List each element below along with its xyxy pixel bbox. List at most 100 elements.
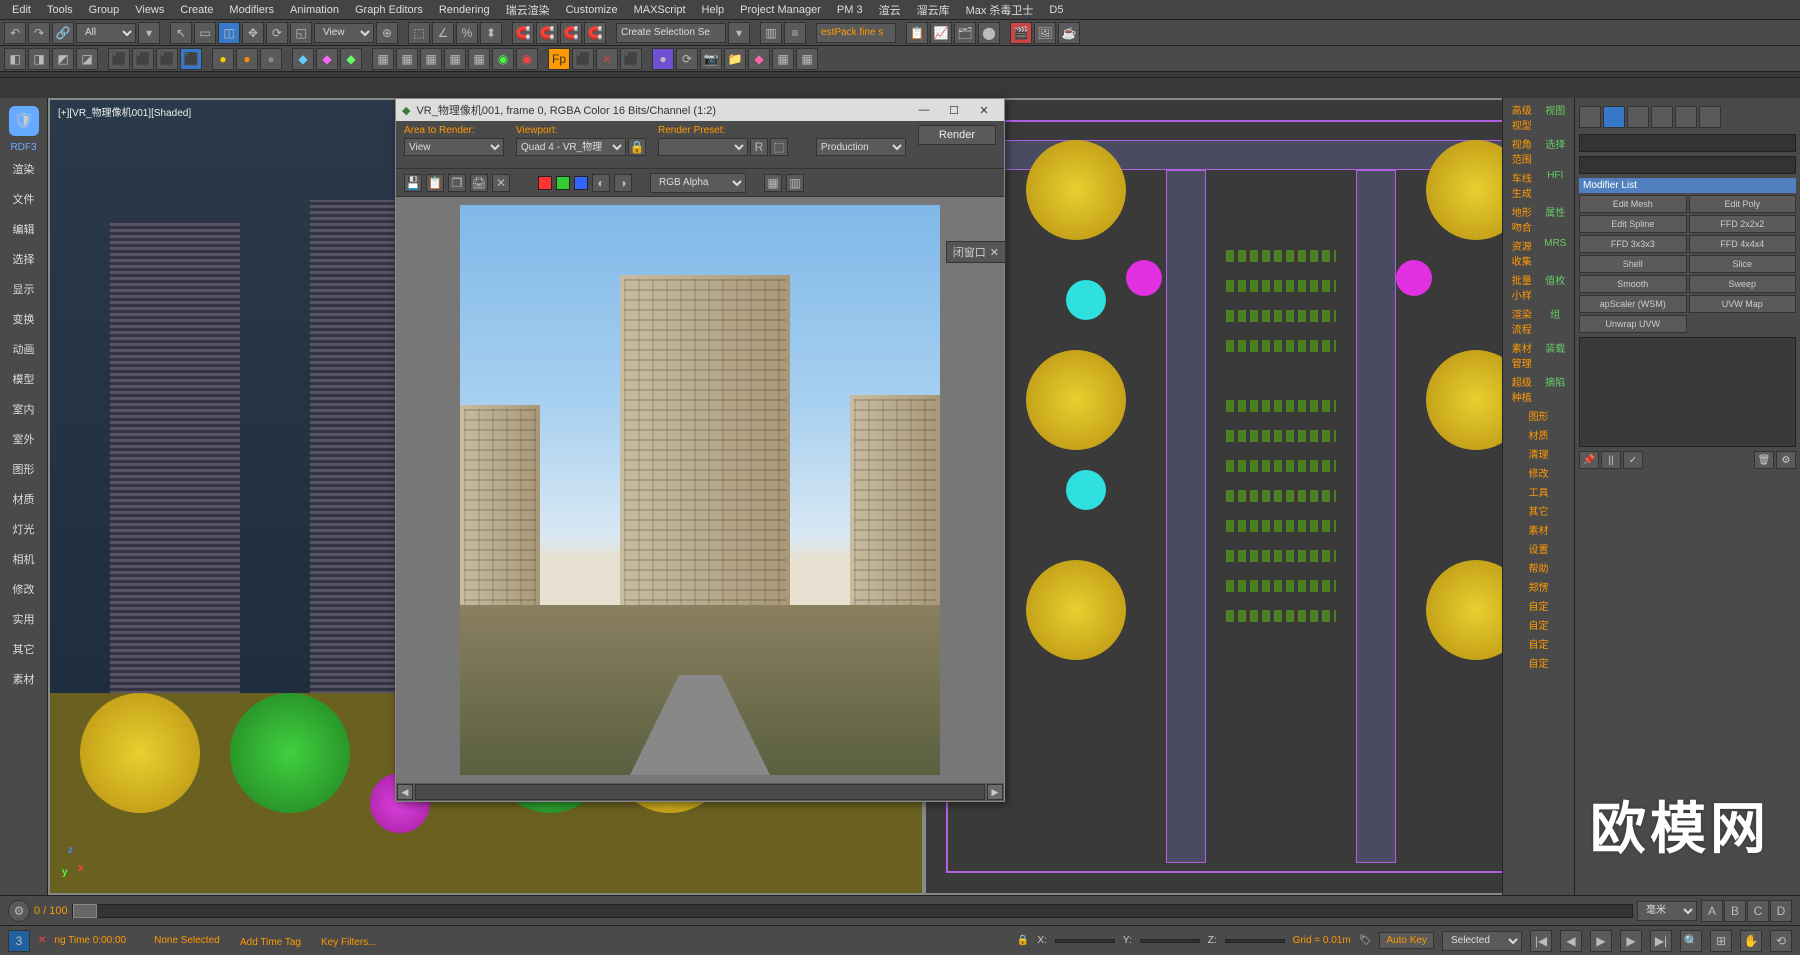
menu-customize[interactable]: Customize [558,2,626,18]
move-icon[interactable]: ✥ [242,22,264,44]
menu-pm3[interactable]: PM 3 [829,2,871,18]
channel-select[interactable]: RGB Alpha [650,173,746,193]
strip-item[interactable]: 工具 [1505,482,1572,501]
keymode-select[interactable]: Selected [1442,931,1522,951]
curve-editor-icon[interactable]: 📈 [930,22,952,44]
menu-help[interactable]: Help [694,2,733,18]
modifier-btn-apscaler-wsm-[interactable]: apScaler (WSM) [1579,295,1687,313]
modifier-btn-edit-spline[interactable]: Edit Spline [1579,215,1687,233]
snap-icon[interactable]: ⬚ [408,22,430,44]
add-time-tag[interactable]: Add Time Tag [240,937,301,951]
undo-icon[interactable]: ↶ [4,22,26,44]
menu-rendering[interactable]: Rendering [431,2,498,18]
magnet-y-icon[interactable]: 🧲 [536,22,558,44]
strip-item[interactable]: 材质 [1505,425,1572,444]
sphere-yellow-icon[interactable]: ● [212,48,234,70]
selection-filter[interactable]: All [76,23,136,43]
swatch-red[interactable] [538,176,552,190]
modifier-stack[interactable] [1579,337,1796,447]
maximize-icon[interactable]: ☐ [940,100,968,120]
coord-x[interactable] [1055,939,1115,943]
menu-create[interactable]: Create [172,2,221,18]
t2-btn[interactable]: ⬛ [156,48,178,70]
swatch-green[interactable] [556,176,570,190]
menu-projectmanager[interactable]: Project Manager [732,2,829,18]
timeline-track[interactable] [72,904,1633,918]
lp-anim[interactable]: 动画 [0,335,47,363]
nav-orbit-icon[interactable]: ⟲ [1770,930,1792,952]
lp-transform[interactable]: 变换 [0,305,47,333]
modifier-btn-unwrap-uvw[interactable]: Unwrap UVW [1579,315,1687,333]
modifier-btn-ffd-4x4x4[interactable]: FFD 4x4x4 [1689,235,1797,253]
time-slider-icon[interactable] [73,904,97,918]
strip-item[interactable]: 值枚 [1539,270,1573,304]
strip-item[interactable]: 视角范围 [1505,134,1539,168]
strip-item[interactable]: 超级种植 [1505,372,1539,406]
schematic-icon[interactable]: 🗂 [954,22,976,44]
time-tag-icon[interactable]: 🏷 [1359,935,1372,946]
lp-edit[interactable]: 编辑 [0,215,47,243]
t2-btn[interactable]: ▦ [372,48,394,70]
menu-ruiyun[interactable]: 瑞云渲染 [498,0,558,20]
render-preset-select[interactable] [658,138,748,156]
fp-icon[interactable]: Fp [548,48,570,70]
t2-btn[interactable]: ▦ [796,48,818,70]
rotate-icon[interactable]: ⟳ [266,22,288,44]
strip-item[interactable]: 批量小样 [1505,270,1539,304]
render-frame-icon[interactable]: 🖼 [1034,22,1056,44]
modifier-list-label[interactable]: Modifier List [1579,178,1796,193]
strip-item[interactable]: 设置 [1505,539,1572,558]
link-icon[interactable]: 🔗 [52,22,74,44]
display-tab-icon[interactable] [1675,106,1697,128]
minimize-icon[interactable]: — [910,100,938,120]
strip-item[interactable]: 郑愣 [1505,577,1572,596]
cube-cyan-icon[interactable]: ◆ [292,48,314,70]
menu-modifiers[interactable]: Modifiers [221,2,282,18]
t2-btn[interactable]: ⬛ [572,48,594,70]
area-to-render-select[interactable]: View [404,138,504,156]
strip-item[interactable]: 高级视型 [1505,100,1539,134]
strip-item[interactable]: 素材 [1505,520,1572,539]
config-icon[interactable]: ⚙ [1776,451,1796,469]
lock-viewport-icon[interactable]: 🔒 [628,138,646,156]
nav-zoom-icon[interactable]: 🔍 [1680,930,1702,952]
x-close-icon[interactable]: ✕ [38,935,46,946]
preset-r-icon[interactable]: R [750,138,768,156]
lp-assets[interactable]: 素材 [0,665,47,693]
nav-d-icon[interactable]: D [1770,900,1792,922]
t2-btn[interactable]: ⬛ [108,48,130,70]
nav-a-icon[interactable]: A [1701,900,1723,922]
strip-item[interactable]: 选择 [1539,134,1573,168]
t2-btn[interactable]: 📷 [700,48,722,70]
lp-model[interactable]: 模型 [0,365,47,393]
strip-item[interactable]: 装载 [1539,338,1573,372]
strip-item[interactable]: 组 [1539,304,1573,338]
t2-btn[interactable]: ⬛ [620,48,642,70]
save-image-icon[interactable]: 💾 [404,174,422,192]
t2-btn[interactable]: ⬛ [132,48,154,70]
magnet-x-icon[interactable]: 🧲 [512,22,534,44]
print-icon[interactable]: 🖨 [470,174,488,192]
spinner-snap-icon[interactable]: ⬍ [480,22,502,44]
t2-btn[interactable]: ◨ [28,48,50,70]
modify-tab-icon[interactable] [1603,106,1625,128]
object-name-input[interactable] [1579,134,1796,152]
overlay-b-icon[interactable]: ▥ [786,174,804,192]
cursor-icon[interactable]: ↖ [170,22,192,44]
menu-liuyunku[interactable]: 溜云库 [909,0,958,20]
pin-stack-icon[interactable]: 📌 [1579,451,1599,469]
menu-antivirus[interactable]: Max 杀毒卫士 [958,0,1042,20]
t2-btn[interactable]: ◪ [76,48,98,70]
lp-utility[interactable]: 实用 [0,605,47,633]
t2-btn[interactable]: ▦ [396,48,418,70]
menu-animation[interactable]: Animation [282,2,347,18]
goto-start-icon[interactable]: |◀ [1530,930,1552,952]
menu-edit[interactable]: Edit [4,2,39,18]
render-icon[interactable]: ☕ [1058,22,1080,44]
clone-icon[interactable]: ❐ [448,174,466,192]
modifier-btn-edit-poly[interactable]: Edit Poly [1689,195,1797,213]
lp-display[interactable]: 显示 [0,275,47,303]
coord-y[interactable] [1140,939,1200,943]
modifier-btn-shell[interactable]: Shell [1579,255,1687,273]
lp-light[interactable]: 灯光 [0,515,47,543]
